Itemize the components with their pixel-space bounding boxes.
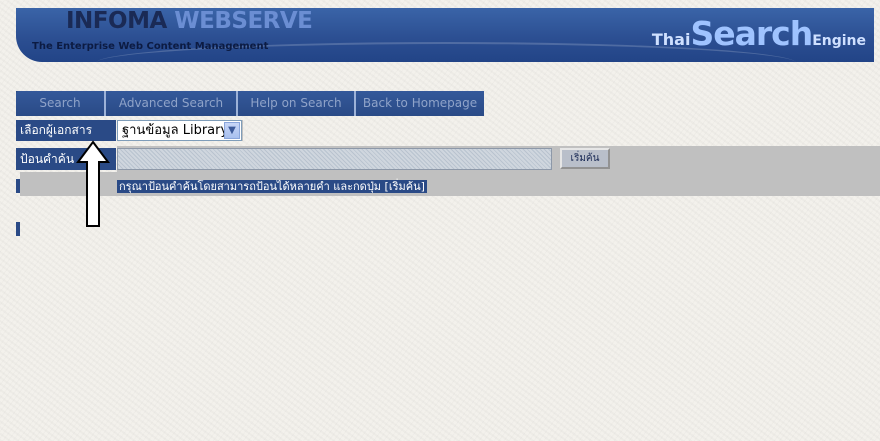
select-document-label: เลือกผู้เอกสาร	[16, 120, 116, 141]
query-input[interactable]	[117, 148, 552, 170]
chevron-down-icon[interactable]: ▼	[224, 122, 240, 139]
up-arrow-icon	[76, 140, 110, 227]
left-marker	[16, 222, 20, 236]
tab-bar: Search Advanced Search Help on Search Ba…	[16, 91, 484, 116]
tab-advanced-search[interactable]: Advanced Search	[104, 91, 236, 116]
brand-tagline: The Enterprise Web Content Management	[32, 41, 269, 52]
database-select-value: ฐานข้อมูล Library	[122, 123, 229, 138]
database-select[interactable]: ฐานข้อมูล Library ▼	[117, 120, 242, 141]
tab-back-to-homepage[interactable]: Back to Homepage	[354, 91, 484, 116]
tab-search[interactable]: Search	[16, 91, 104, 116]
search-hint-text: กรุณาป้อนคำค้นโดยสามารถป้อนได้หลายคำ และ…	[117, 180, 427, 193]
start-search-button[interactable]: เริ่มค้น	[560, 148, 610, 169]
tab-help-on-search[interactable]: Help on Search	[236, 91, 354, 116]
header-banner: INFOMA WEBSERVE The Enterprise Web Conte…	[16, 8, 874, 62]
infoma-logo: INFOMA WEBSERVE	[66, 8, 313, 34]
thai-search-engine-logo: ThaiSearchEngine	[651, 14, 866, 53]
